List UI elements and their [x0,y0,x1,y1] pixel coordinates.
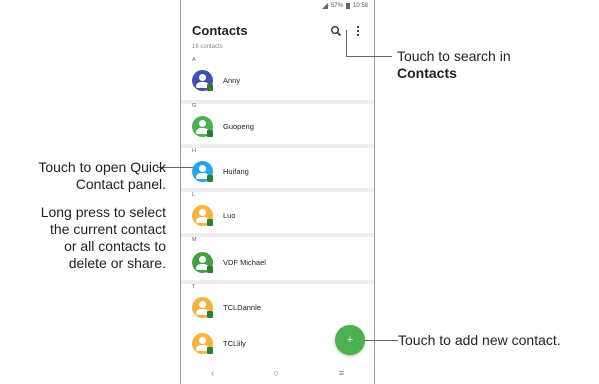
long-callout-line: or all contacts to [64,238,166,254]
signal-icon [321,3,328,9]
add-contact-button[interactable]: + [335,325,365,355]
person-icon [199,74,206,81]
avatar[interactable] [192,70,213,91]
callout-leader [364,340,398,341]
sim-badge-icon [207,175,213,182]
avatar[interactable] [192,333,213,354]
section-divider [181,188,374,192]
person-icon [199,120,206,127]
person-icon [199,337,206,344]
status-bar: 57% 10:58 [181,0,374,12]
person-icon [199,256,206,263]
home-icon[interactable]: ○ [274,368,279,378]
section-letter: A [192,57,196,63]
recents-icon[interactable]: ≡ [339,368,344,378]
quick-callout-line: Touch to open Quick [38,159,166,175]
search-callout-line: Touch to search in [397,48,511,64]
quick-callout-line: Contact panel. [75,176,166,192]
section-letter: M [192,237,197,243]
contact-name: Guopeng [223,122,254,131]
clock: 10:58 [352,3,368,9]
back-icon[interactable]: ‹ [211,368,214,378]
long-press-callout: Long press to select the current contact… [0,204,166,272]
section-divider [181,100,374,104]
sim-badge-icon [207,219,213,226]
more-vert-icon[interactable] [352,25,364,37]
phone-screen: 57% 10:58 Contacts 16 contacts A Anny G … [180,0,375,384]
callout-leader [346,56,392,57]
battery-icon [345,3,350,9]
section-letter: G [192,103,197,109]
section-divider [181,280,374,284]
contact-name: Luo [223,211,236,220]
avatar[interactable] [192,252,213,273]
page-title: Contacts [192,23,248,38]
contact-name: Huifang [223,167,249,176]
battery-percent: 57% [330,3,343,9]
search-callout: Touch to search in Contacts [397,48,511,82]
long-callout-line: delete or share. [68,255,166,271]
sim-badge-icon [207,266,213,273]
sim-badge-icon [207,84,213,91]
section-letter: L [192,192,196,198]
avatar[interactable] [192,116,213,137]
callout-leader [346,30,347,57]
contact-name: Anny [223,76,241,85]
sim-badge-icon [207,347,213,354]
person-icon [199,165,206,172]
section-divider [181,233,374,237]
nav-bar: ‹ ○ ≡ [181,362,374,384]
search-icon[interactable] [330,25,342,37]
contact-name: VDF Michael [223,258,266,267]
person-icon [199,209,206,216]
section-divider [181,144,374,148]
person-icon [199,301,206,308]
sim-badge-icon [207,311,213,318]
long-callout-line: the current contact [50,221,166,237]
sim-badge-icon [207,130,213,137]
section-letter: H [192,148,196,154]
search-callout-emphasis: Contacts [397,65,457,81]
contact-name: TCLlily [223,339,246,348]
plus-icon: + [346,334,354,346]
add-contact-callout: Touch to add new contact. [398,332,561,349]
avatar[interactable] [192,297,213,318]
avatar[interactable] [192,205,213,226]
contact-count: 16 contacts [192,44,223,50]
avatar[interactable] [192,161,213,182]
contact-name: TCLDannle [223,303,261,312]
quick-contact-callout: Touch to open Quick Contact panel. [0,159,166,193]
contact-row[interactable]: Anny [181,64,374,104]
add-callout-text: Touch to add new contact. [398,332,561,348]
section-letter: T [192,284,196,290]
long-callout-line: Long press to select [40,204,166,220]
